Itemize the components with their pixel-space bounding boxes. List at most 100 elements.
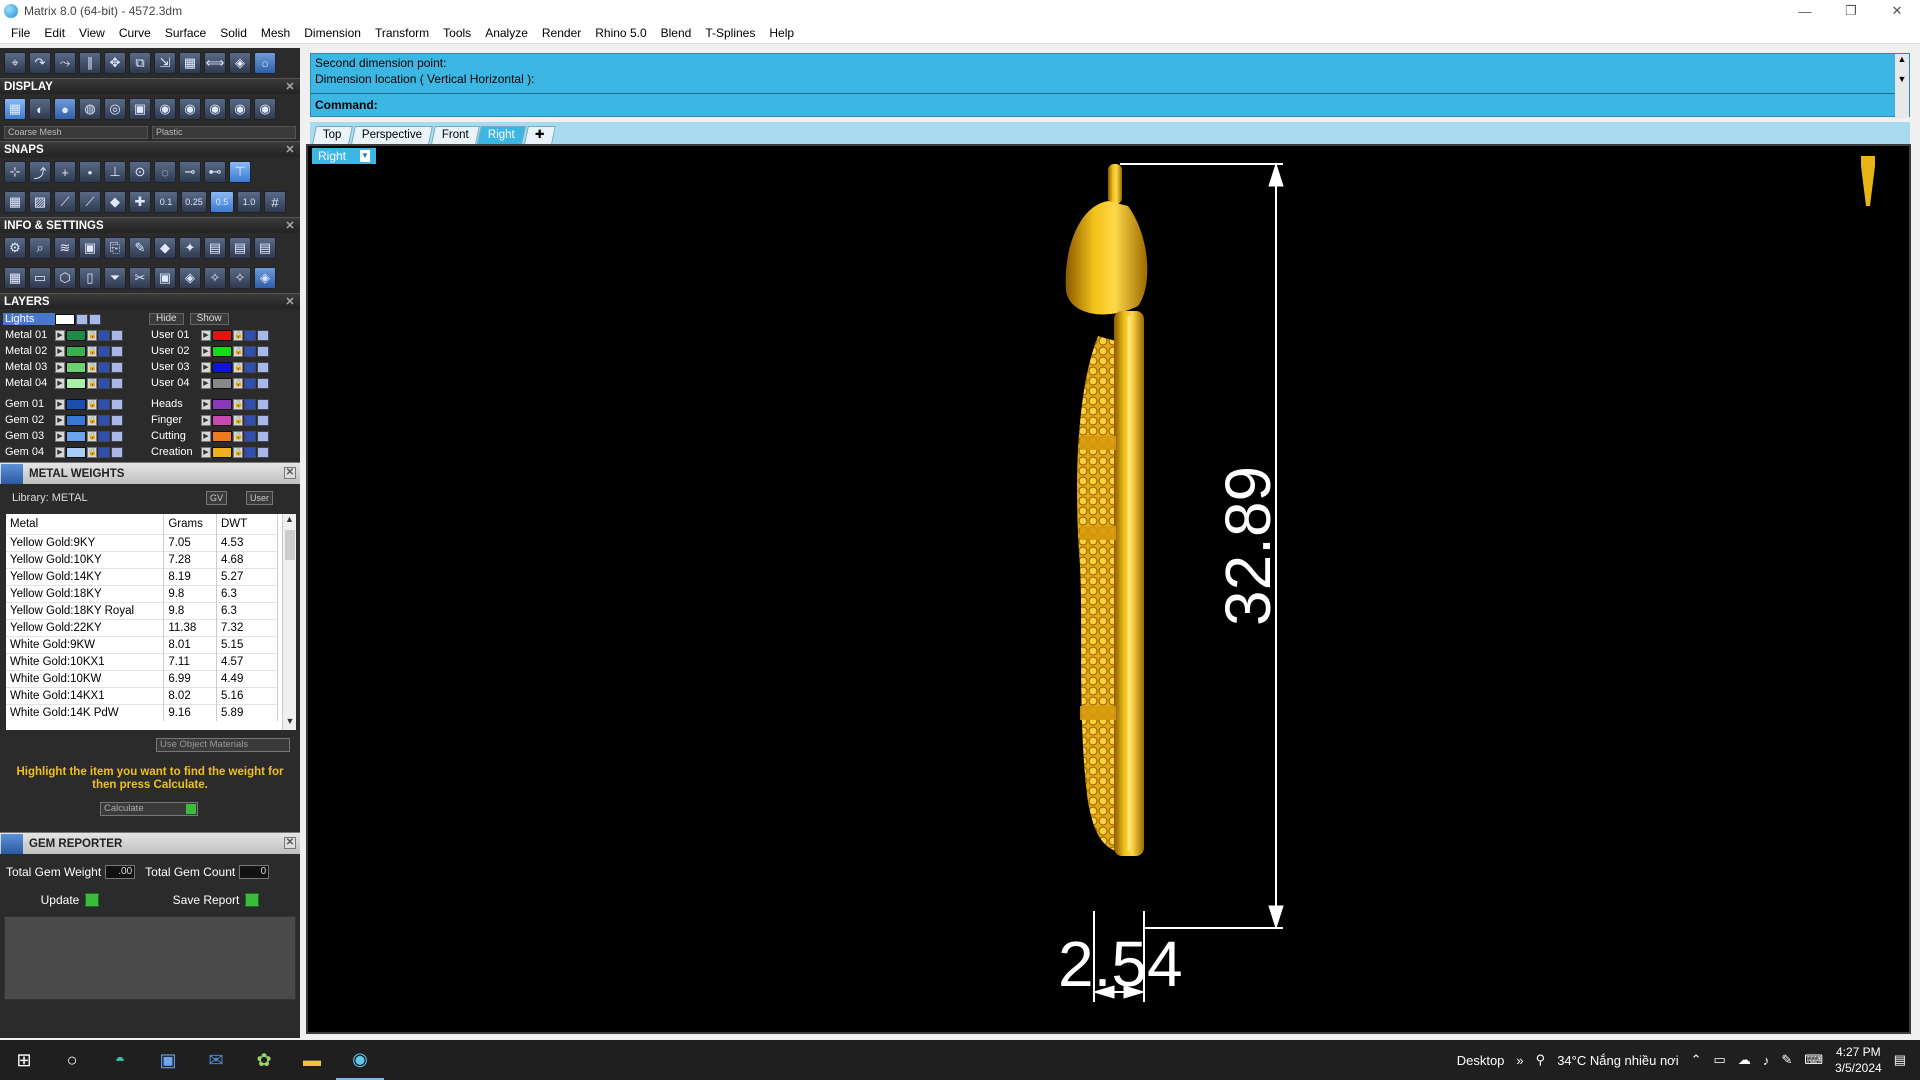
mirror-tool-icon[interactable]: ⟺ (204, 52, 226, 74)
expand-icon[interactable]: ▶ (201, 446, 211, 458)
layer-item[interactable]: User 04 ▶ 🔒 (149, 377, 295, 389)
use-object-materials-toggle[interactable]: Use Object Materials (156, 738, 290, 752)
material-sphere-1-icon[interactable]: ◉ (154, 98, 176, 120)
layer-name[interactable]: Gem 04 (3, 446, 55, 458)
minimize-button[interactable]: — (1782, 0, 1828, 22)
layer-color-swatch[interactable] (66, 361, 86, 373)
layer-item[interactable]: Metal 01 ▶ 🔒 (3, 329, 149, 341)
layer-color-swatch[interactable] (66, 345, 86, 357)
volume-icon[interactable]: ♪ (1763, 1053, 1770, 1068)
library-2-icon[interactable]: ▤ (229, 237, 251, 259)
layer-color-swatch[interactable] (212, 414, 232, 426)
snap-value-4[interactable]: 1.0 (237, 191, 261, 213)
expand-icon[interactable]: ▶ (55, 398, 65, 410)
tab-perspective[interactable]: Perspective (350, 126, 433, 144)
snap-perp-icon[interactable]: ⊥ (104, 161, 126, 183)
layer-current-toggle[interactable] (257, 446, 269, 458)
layer-current-toggle[interactable] (111, 345, 123, 357)
lock-icon[interactable]: 🔒 (87, 414, 97, 426)
scroll-up-icon[interactable]: ▲ (283, 514, 296, 528)
layer-visible-toggle[interactable] (98, 398, 110, 410)
ortho-toggle-icon[interactable]: ⊤ (229, 161, 251, 183)
close-icon[interactable]: ✕ (284, 296, 296, 308)
lock-icon[interactable]: 🔒 (233, 414, 243, 426)
lights-visibility[interactable] (76, 313, 88, 325)
layer-name[interactable]: Gem 02 (3, 414, 55, 426)
table-row[interactable]: Yellow Gold:18KY 9.8 6.3 (6, 584, 279, 602)
layer-item[interactable]: Gem 04 ▶ 🔒 (3, 446, 149, 458)
gv-toggle[interactable]: GV (206, 491, 228, 505)
lock-icon[interactable]: 🔒 (87, 446, 97, 458)
close-button[interactable]: ✕ (1874, 0, 1920, 22)
edge-icon[interactable]: ◓ (96, 1040, 144, 1080)
menu-tools[interactable]: Tools (436, 26, 478, 40)
layer-color-swatch[interactable] (66, 398, 86, 410)
layer-item[interactable]: Finger ▶ 🔒 (149, 414, 295, 426)
lock-icon[interactable]: 🔒 (233, 361, 243, 373)
grid-layout-icon[interactable]: ▦ (4, 267, 26, 289)
expand-icon[interactable]: ▶ (55, 329, 65, 341)
layer-item[interactable]: Gem 01 ▶ 🔒 (3, 398, 149, 410)
lock-icon[interactable]: 🔒 (87, 430, 97, 442)
close-icon[interactable]: ✕ (284, 837, 296, 849)
layer-item[interactable]: Gem 03 ▶ 🔒 (3, 430, 149, 442)
settings-icon[interactable]: ⚙ (4, 237, 26, 259)
planar-icon[interactable]: ▨ (29, 191, 51, 213)
viewport-right[interactable]: Right ▼ 32.89 2.54 (306, 144, 1911, 1034)
layer-current-toggle[interactable] (257, 430, 269, 442)
lights-lock[interactable] (89, 313, 101, 325)
layer-name[interactable]: Heads (149, 398, 201, 410)
table-row[interactable]: White Gold:10KW 6.99 4.49 (6, 669, 279, 687)
object-icon[interactable]: ⬡ (54, 267, 76, 289)
layer-current-toggle[interactable] (111, 361, 123, 373)
layer-color-swatch[interactable] (212, 377, 232, 389)
gumball-icon[interactable]: ◆ (104, 191, 126, 213)
expand-icon[interactable]: ▶ (55, 377, 65, 389)
layer-current-toggle[interactable] (257, 361, 269, 373)
layer-color-swatch[interactable] (212, 345, 232, 357)
matrix-app-icon[interactable]: ◉ (336, 1040, 384, 1080)
scroll-thumb[interactable] (285, 530, 295, 560)
layer-item[interactable]: User 01 ▶ 🔒 (149, 329, 295, 341)
snap-tan-icon[interactable]: ⊷ (204, 161, 226, 183)
expand-icon[interactable]: ▶ (201, 414, 211, 426)
layer-visible-toggle[interactable] (98, 430, 110, 442)
layer-stack-icon[interactable]: ≋ (54, 237, 76, 259)
rail-tool-icon[interactable]: ∥ (79, 52, 101, 74)
menu-mesh[interactable]: Mesh (254, 26, 297, 40)
expand-icon[interactable]: ▶ (201, 430, 211, 442)
layer-name[interactable]: Metal 04 (3, 377, 55, 389)
layer-item[interactable]: Metal 03 ▶ 🔒 (3, 361, 149, 373)
layer-visible-toggle[interactable] (244, 446, 256, 458)
expand-icon[interactable]: ▶ (55, 345, 65, 357)
menu-analyze[interactable]: Analyze (478, 26, 535, 40)
layer-item[interactable]: Heads ▶ 🔒 (149, 398, 295, 410)
expand-icon[interactable]: ▶ (55, 361, 65, 373)
layer-color-swatch[interactable] (212, 430, 232, 442)
windows-start-icon[interactable]: ⊞ (0, 1040, 48, 1080)
layer-visible-toggle[interactable] (98, 414, 110, 426)
layer-color-swatch[interactable] (66, 377, 86, 389)
table-row[interactable]: Yellow Gold:9KY 7.05 4.53 (6, 533, 279, 551)
cube-icon[interactable]: ◆ (154, 237, 176, 259)
material-sphere-4-icon[interactable]: ◉ (229, 98, 251, 120)
expand-icon[interactable]: ▶ (201, 329, 211, 341)
menu-dimension[interactable]: Dimension (297, 26, 368, 40)
menu-rhino[interactable]: Rhino 5.0 (588, 26, 653, 40)
layer-visible-toggle[interactable] (244, 329, 256, 341)
update-button[interactable]: Update (41, 893, 100, 907)
layer-color-swatch[interactable] (66, 446, 86, 458)
layer-visible-toggle[interactable] (244, 345, 256, 357)
layer-name[interactable]: Finger (149, 414, 201, 426)
layer-name[interactable]: Gem 03 (3, 430, 55, 442)
material-sphere-5-icon[interactable]: ◉ (254, 98, 276, 120)
add-tab-button[interactable]: ✚ (524, 126, 556, 144)
table-row[interactable]: White Gold:14K PdW 9.16 5.89 (6, 703, 279, 721)
environment-icon[interactable]: ▣ (129, 98, 151, 120)
grid-icon[interactable]: ▦ (4, 191, 26, 213)
pendant-model[interactable] (1065, 164, 1148, 856)
gem-2-icon[interactable]: ◈ (254, 267, 276, 289)
expand-icon[interactable]: ▶ (55, 446, 65, 458)
tab-right[interactable]: Right (477, 126, 527, 144)
restore-button[interactable]: ❐ (1828, 0, 1874, 22)
